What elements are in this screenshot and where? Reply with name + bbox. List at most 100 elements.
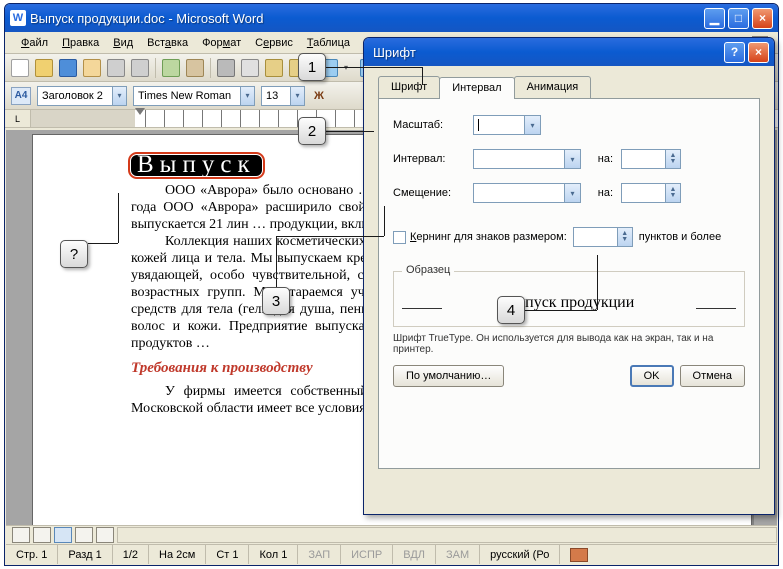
outline-view-button[interactable] xyxy=(75,527,93,543)
menu-format[interactable]: Формат xyxy=(196,35,247,51)
menu-file[interactable]: Файл xyxy=(15,35,54,51)
font-dialog: Шрифт ? × Шрифт Интервал Анимация Масшта… xyxy=(363,37,775,515)
tab-interval[interactable]: Интервал xyxy=(439,77,514,99)
spellcheck-icon[interactable] xyxy=(162,59,180,77)
window-minimize-button[interactable]: ▁ xyxy=(704,8,725,29)
status-page: Стр. 1 xyxy=(6,545,58,564)
cut-icon[interactable] xyxy=(217,59,235,77)
print-layout-view-button[interactable] xyxy=(54,527,72,543)
spell-status-icon[interactable] xyxy=(570,548,588,562)
kerning-label: Кернинг для знаков размером: xyxy=(410,231,567,243)
kerning-size-spinner[interactable]: ▲▼ xyxy=(573,227,633,247)
callout-1-leader xyxy=(422,67,423,85)
menu-tools[interactable]: Сервис xyxy=(249,35,299,51)
dialog-close-button[interactable]: × xyxy=(748,42,769,63)
dialog-title: Шрифт xyxy=(369,45,724,60)
preview-hint: Шрифт TrueType. Он используется для выво… xyxy=(393,333,745,355)
preview-legend: Образец xyxy=(402,264,454,276)
status-line: Ст 1 xyxy=(206,545,249,564)
status-rec[interactable]: ЗАП xyxy=(298,545,341,564)
dialog-body: Шрифт Интервал Анимация Масштаб: ▾ Интер… xyxy=(364,66,774,479)
scale-combo[interactable]: ▾ xyxy=(473,115,541,135)
tab-font[interactable]: Шрифт xyxy=(378,76,440,98)
status-ext[interactable]: ВДЛ xyxy=(393,545,436,564)
callout-3-leader xyxy=(276,236,277,287)
spacing-combo[interactable]: ▾ xyxy=(473,149,581,169)
chevron-down-icon[interactable]: ▾ xyxy=(564,184,580,202)
reading-view-button[interactable] xyxy=(96,527,114,543)
status-language[interactable]: русский (Ро xyxy=(480,545,560,564)
font-size-combo[interactable]: 13 ▾ xyxy=(261,86,305,106)
normal-view-button[interactable] xyxy=(12,527,30,543)
callout-3: 3 xyxy=(262,287,290,315)
position-by-spinner[interactable]: ▲▼ xyxy=(621,183,681,203)
new-doc-icon[interactable] xyxy=(11,59,29,77)
word-app-icon: W xyxy=(10,10,26,26)
dialog-help-button[interactable]: ? xyxy=(724,42,745,63)
open-icon[interactable] xyxy=(35,59,53,77)
position-label: Смещение: xyxy=(393,187,465,199)
styles-pane-icon[interactable]: A4 xyxy=(11,87,31,105)
status-at: На 2см xyxy=(149,545,206,564)
font-combo[interactable]: Times New Roman ▾ xyxy=(133,86,255,106)
menu-table[interactable]: Таблица xyxy=(301,35,356,51)
defaults-button[interactable]: По умолчанию… xyxy=(393,365,504,387)
cancel-button[interactable]: Отмена xyxy=(680,365,745,387)
research-icon[interactable] xyxy=(186,59,204,77)
view-bar xyxy=(6,525,777,544)
window-title: Выпуск продукции.doc - Microsoft Word xyxy=(30,11,704,26)
web-view-button[interactable] xyxy=(33,527,51,543)
chevron-down-icon[interactable]: ▾ xyxy=(524,116,540,134)
spinner-buttons-icon[interactable]: ▲▼ xyxy=(665,150,680,168)
toolbar-separator xyxy=(210,58,211,78)
chevron-down-icon[interactable]: ▾ xyxy=(240,87,254,105)
status-ovr[interactable]: ЗАМ xyxy=(436,545,480,564)
scale-label: Масштаб: xyxy=(393,119,465,131)
bold-icon[interactable]: Ж xyxy=(311,90,327,102)
tab-animation[interactable]: Анимация xyxy=(514,76,592,98)
callout-2-leader xyxy=(326,131,374,132)
menu-insert[interactable]: Вставка xyxy=(141,35,194,51)
position-combo[interactable]: ▾ xyxy=(473,183,581,203)
kerning-checkbox[interactable] xyxy=(393,231,406,244)
position-by-label: на: xyxy=(589,187,613,199)
copy-icon[interactable] xyxy=(241,59,259,77)
horizontal-scrollbar[interactable] xyxy=(117,527,777,543)
save-icon[interactable] xyxy=(59,59,77,77)
status-trk[interactable]: ИСПР xyxy=(341,545,393,564)
callout-3-leader xyxy=(384,206,385,236)
indent-handle-icon[interactable] xyxy=(135,108,145,115)
callout-1: 1 xyxy=(298,53,326,81)
status-pages: 1/2 xyxy=(113,545,149,564)
spinner-buttons-icon[interactable]: ▲▼ xyxy=(617,228,632,246)
menu-view[interactable]: Вид xyxy=(107,35,139,51)
status-col: Кол 1 xyxy=(249,545,298,564)
spinner-buttons-icon[interactable]: ▲▼ xyxy=(665,184,680,202)
callout-question: ? xyxy=(60,240,88,268)
chevron-down-icon[interactable]: ▾ xyxy=(112,87,126,105)
dialog-tabs: Шрифт Интервал Анимация xyxy=(378,76,760,99)
selected-heading[interactable]: Выпуск xyxy=(131,155,262,176)
preview-icon[interactable] xyxy=(131,59,149,77)
ok-button[interactable]: OK xyxy=(630,365,674,387)
window-close-button[interactable]: × xyxy=(752,8,773,29)
callout-4-leader xyxy=(597,255,598,310)
status-section: Разд 1 xyxy=(58,545,112,564)
chevron-down-icon[interactable]: ▾ xyxy=(290,87,304,105)
print-icon[interactable] xyxy=(107,59,125,77)
toolbar-separator xyxy=(155,58,156,78)
style-combo[interactable]: Заголовок 2 ▾ xyxy=(37,86,127,106)
paste-icon[interactable] xyxy=(265,59,283,77)
callout-4-leader xyxy=(525,310,597,311)
permission-icon[interactable] xyxy=(83,59,101,77)
spacing-label: Интервал: xyxy=(393,153,465,165)
callout-q-leader xyxy=(118,193,119,243)
tab-interval-pane: Масштаб: ▾ Интервал: ▾ на: ▲▼ Смещение: … xyxy=(378,99,760,469)
menu-edit[interactable]: Правка xyxy=(56,35,105,51)
titlebar: W Выпуск продукции.doc - Microsoft Word … xyxy=(5,4,778,32)
tab-type-selector[interactable]: L xyxy=(5,110,31,127)
spacing-by-spinner[interactable]: ▲▼ xyxy=(621,149,681,169)
font-combo-value: Times New Roman xyxy=(138,90,231,102)
chevron-down-icon[interactable]: ▾ xyxy=(564,150,580,168)
window-maximize-button[interactable]: □ xyxy=(728,8,749,29)
